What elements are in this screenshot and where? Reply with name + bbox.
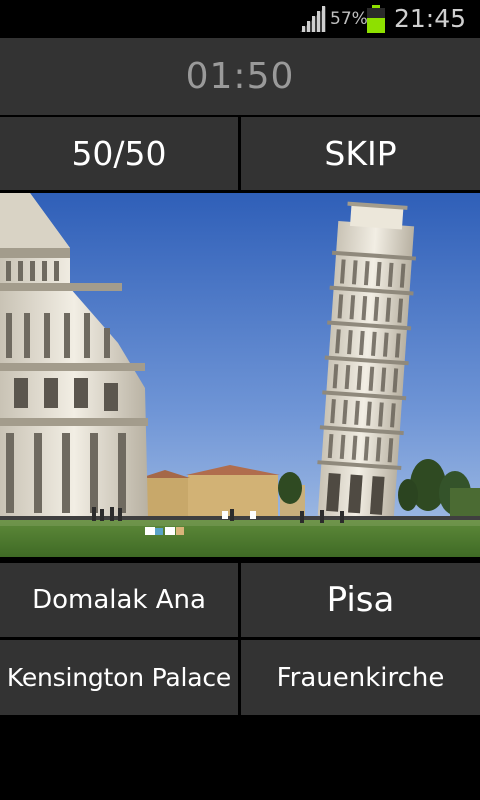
- status-clock: 21:45: [394, 4, 467, 33]
- skip-button[interactable]: SKIP: [241, 117, 480, 190]
- answer-label: Pisa: [326, 580, 395, 620]
- status-bar: 57% 21:45: [0, 0, 480, 38]
- skip-label: SKIP: [324, 134, 397, 173]
- fifty-fifty-label: 50/50: [71, 134, 167, 173]
- answer-label: Frauenkirche: [276, 662, 445, 693]
- countdown-timer: 01:50: [185, 56, 295, 97]
- signal-icon: [300, 6, 326, 32]
- answer-label: Kensington Palace: [6, 663, 232, 692]
- landmark-photo: [0, 193, 480, 557]
- answer-button-4[interactable]: Frauenkirche: [241, 640, 480, 715]
- battery-icon: [367, 5, 385, 33]
- answer-button-3[interactable]: Kensington Palace: [0, 640, 238, 715]
- battery-percent: 57%: [330, 9, 368, 29]
- fifty-fifty-button[interactable]: 50/50: [0, 117, 238, 190]
- answer-label: Domalak Ana: [32, 585, 206, 615]
- bottom-empty-area: [0, 716, 480, 800]
- answer-button-2[interactable]: Pisa: [241, 563, 480, 637]
- answer-button-1[interactable]: Domalak Ana: [0, 563, 238, 637]
- timer-bar: 01:50: [0, 38, 480, 115]
